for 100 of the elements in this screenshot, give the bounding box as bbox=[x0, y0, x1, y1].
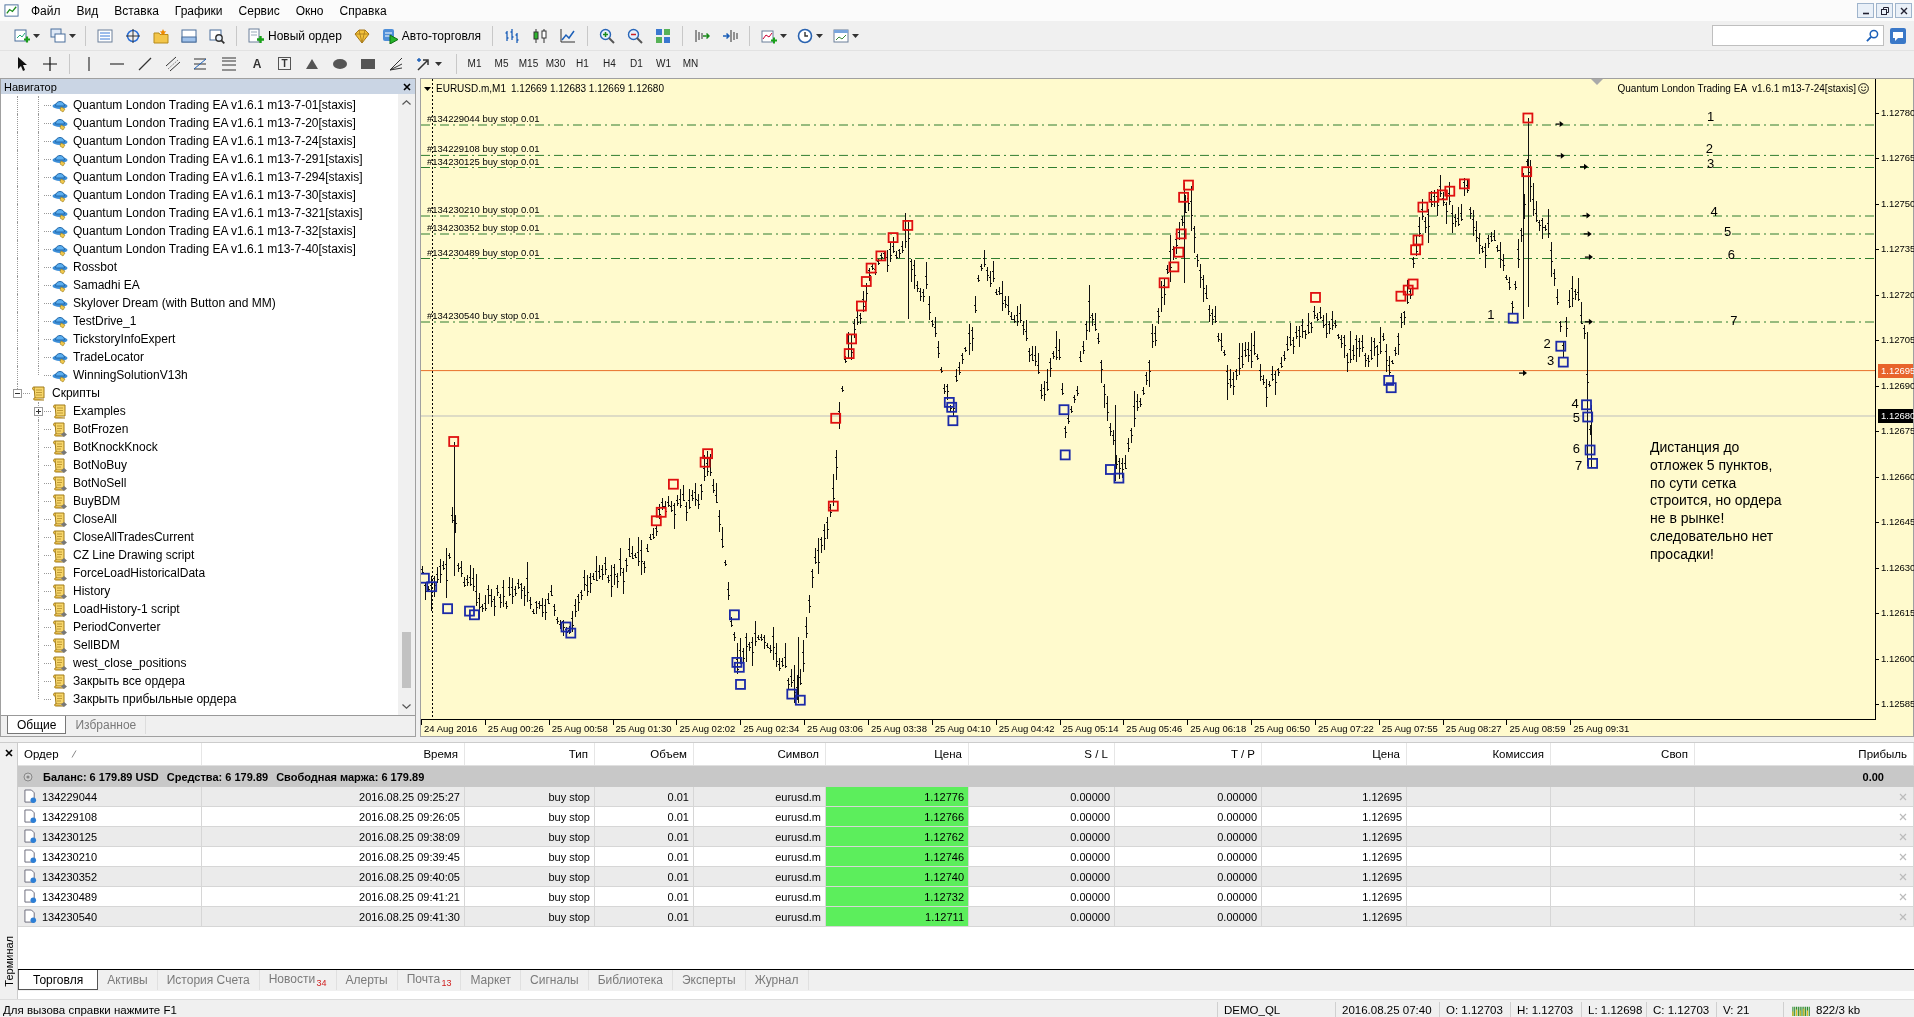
tree-item[interactable]: Samadhi EA bbox=[1, 276, 140, 294]
bars-arrow-icon[interactable] bbox=[694, 27, 711, 44]
indicator-plus-icon[interactable] bbox=[761, 27, 778, 44]
timeframe-button[interactable]: M15 bbox=[515, 53, 542, 74]
terminal-tab[interactable]: Почта$_{13}$ bbox=[397, 970, 462, 990]
terminal-tab[interactable]: Торговля bbox=[18, 970, 99, 990]
menu-item[interactable]: Вставка bbox=[106, 1, 167, 20]
channel-icon[interactable] bbox=[165, 55, 181, 72]
scroll-up-icon[interactable] bbox=[402, 100, 411, 105]
tree-item[interactable]: Quantum London Trading EA v1.6.1 m13-7-01[staxis] bbox=[1, 96, 356, 114]
timeframe-button[interactable]: M5 bbox=[488, 53, 515, 74]
caret-icon[interactable] bbox=[435, 61, 442, 66]
terminal-tab[interactable]: Эксперты bbox=[673, 970, 746, 990]
tree-item[interactable]: TradeLocator bbox=[1, 348, 144, 366]
column-header[interactable]: T / P bbox=[1115, 743, 1262, 765]
terminal-tab[interactable]: Библиотека bbox=[588, 970, 673, 990]
clock-icon[interactable] bbox=[797, 27, 814, 44]
close-button[interactable] bbox=[1895, 3, 1912, 18]
speech-bubble-icon[interactable] bbox=[1890, 27, 1906, 44]
timeframe-button[interactable]: M30 bbox=[542, 53, 569, 74]
menu-item[interactable]: Сервис bbox=[230, 1, 288, 20]
terminal-tab[interactable]: История Счета bbox=[157, 970, 260, 990]
new-order-button[interactable]: Новый ордер bbox=[242, 24, 348, 47]
panel-tab[interactable]: Избранное bbox=[66, 716, 147, 734]
tree-item[interactable]: Quantum London Trading EA v1.6.1 m13-7-32[staxis] bbox=[1, 222, 356, 240]
tree-item[interactable]: WinningSolutionV13h bbox=[1, 366, 188, 384]
triangle-marker-icon[interactable] bbox=[1591, 79, 1603, 85]
caret-icon[interactable] bbox=[69, 33, 76, 38]
tree-item[interactable]: ForceLoadHistoricalData bbox=[1, 564, 206, 582]
tree-item[interactable]: Скрипты bbox=[1, 384, 100, 402]
tree-item[interactable]: west_close_positions bbox=[1, 654, 187, 672]
timeframe-button[interactable]: H1 bbox=[569, 53, 596, 74]
panel-tab[interactable]: Общие bbox=[7, 716, 67, 734]
menu-item[interactable]: Окно bbox=[287, 1, 332, 20]
column-header[interactable]: Цена bbox=[826, 743, 969, 765]
search-icon[interactable] bbox=[1866, 29, 1879, 42]
tree-item[interactable]: Закрыть все ордера bbox=[1, 672, 185, 690]
column-header[interactable]: Время bbox=[202, 743, 465, 765]
column-header[interactable]: Своп bbox=[1551, 743, 1695, 765]
grid-icon[interactable] bbox=[655, 27, 672, 44]
column-header[interactable]: Тип bbox=[465, 743, 595, 765]
tree-item[interactable]: LoadHistory-1 script bbox=[1, 600, 180, 618]
expand-icon[interactable] bbox=[34, 406, 43, 416]
template-icon[interactable] bbox=[833, 27, 850, 44]
zoom-out-icon[interactable] bbox=[627, 27, 644, 44]
tree-item[interactable]: PeriodConverter bbox=[1, 618, 161, 636]
target-icon[interactable] bbox=[125, 27, 141, 44]
tree-item[interactable]: Закрыть прибыльные ордера bbox=[1, 690, 237, 708]
column-header[interactable]: Ордер bbox=[18, 743, 202, 765]
menu-item[interactable]: Вид bbox=[68, 1, 107, 20]
scrollbar[interactable] bbox=[398, 94, 415, 715]
bar-chart-icon[interactable] bbox=[504, 27, 521, 44]
tree-item[interactable]: BotFrozen bbox=[1, 420, 129, 438]
tree-item[interactable]: Quantum London Trading EA v1.6.1 m13-7-20[staxis] bbox=[1, 114, 356, 132]
arrows-icon[interactable] bbox=[416, 55, 432, 72]
arrow-bars-icon[interactable] bbox=[722, 27, 739, 44]
column-header[interactable]: S / L bbox=[969, 743, 1115, 765]
tree-item[interactable]: Quantum London Trading EA v1.6.1 m13-7-294[staxis] bbox=[1, 168, 363, 186]
timeframe-button[interactable]: D1 bbox=[623, 53, 650, 74]
tree-item[interactable]: BotNoSell bbox=[1, 474, 127, 492]
gem-icon[interactable] bbox=[353, 27, 370, 44]
tree-item[interactable]: Rossbot bbox=[1, 258, 118, 276]
column-header[interactable]: Объем bbox=[595, 743, 694, 765]
tree-item[interactable]: Examples bbox=[1, 402, 126, 420]
menu-item[interactable]: Файл bbox=[23, 1, 69, 20]
tree-item[interactable]: BotNoBuy bbox=[1, 456, 128, 474]
tree-item[interactable]: BotKnockKnock bbox=[1, 438, 158, 456]
column-header[interactable]: Цена bbox=[1262, 743, 1407, 765]
scroll-down-icon[interactable] bbox=[402, 704, 411, 709]
autotrading-button[interactable]: Авто-торговля bbox=[375, 24, 488, 47]
column-header[interactable]: Комиссия bbox=[1407, 743, 1551, 765]
terminal-tab[interactable]: Сигналы bbox=[521, 970, 589, 990]
fan-lines-icon[interactable] bbox=[388, 55, 404, 72]
caret-icon[interactable] bbox=[816, 33, 824, 38]
crosshair-icon[interactable] bbox=[42, 55, 58, 72]
terminal-tab[interactable]: Новости$_{34}$ bbox=[259, 970, 337, 990]
caret-icon[interactable] bbox=[33, 33, 40, 38]
trend-line-icon[interactable] bbox=[137, 55, 153, 72]
close-icon[interactable] bbox=[4, 749, 13, 757]
chart-plus-icon[interactable] bbox=[14, 27, 30, 44]
column-header[interactable]: Символ bbox=[694, 743, 826, 765]
chart-window-icon[interactable] bbox=[4, 3, 19, 18]
menu-item[interactable]: Справка bbox=[331, 1, 395, 20]
search-field[interactable] bbox=[1712, 25, 1884, 46]
close-icon[interactable] bbox=[403, 82, 411, 91]
tree-item[interactable]: TickstoryInfoExpert bbox=[1, 330, 176, 348]
timeframe-button[interactable]: W1 bbox=[650, 53, 677, 74]
label-tool-button[interactable]: T bbox=[278, 57, 291, 70]
panel-window-icon[interactable] bbox=[181, 27, 197, 44]
tree-item[interactable]: CloseAllTradesCurrent bbox=[1, 528, 194, 546]
zoom-in-icon[interactable] bbox=[599, 27, 616, 44]
tree-item[interactable]: CloseAll bbox=[1, 510, 117, 528]
star-folder-icon[interactable] bbox=[153, 27, 169, 44]
tree-item[interactable]: BuyBDM bbox=[1, 492, 121, 510]
menu-item[interactable]: Графики bbox=[166, 1, 231, 20]
collapse-icon[interactable] bbox=[13, 388, 22, 398]
terminal-tab[interactable]: Журнал bbox=[745, 970, 809, 990]
scroll-thumb[interactable] bbox=[402, 632, 411, 688]
column-header[interactable]: Прибыль bbox=[1695, 743, 1914, 765]
caret-icon[interactable] bbox=[852, 33, 860, 38]
